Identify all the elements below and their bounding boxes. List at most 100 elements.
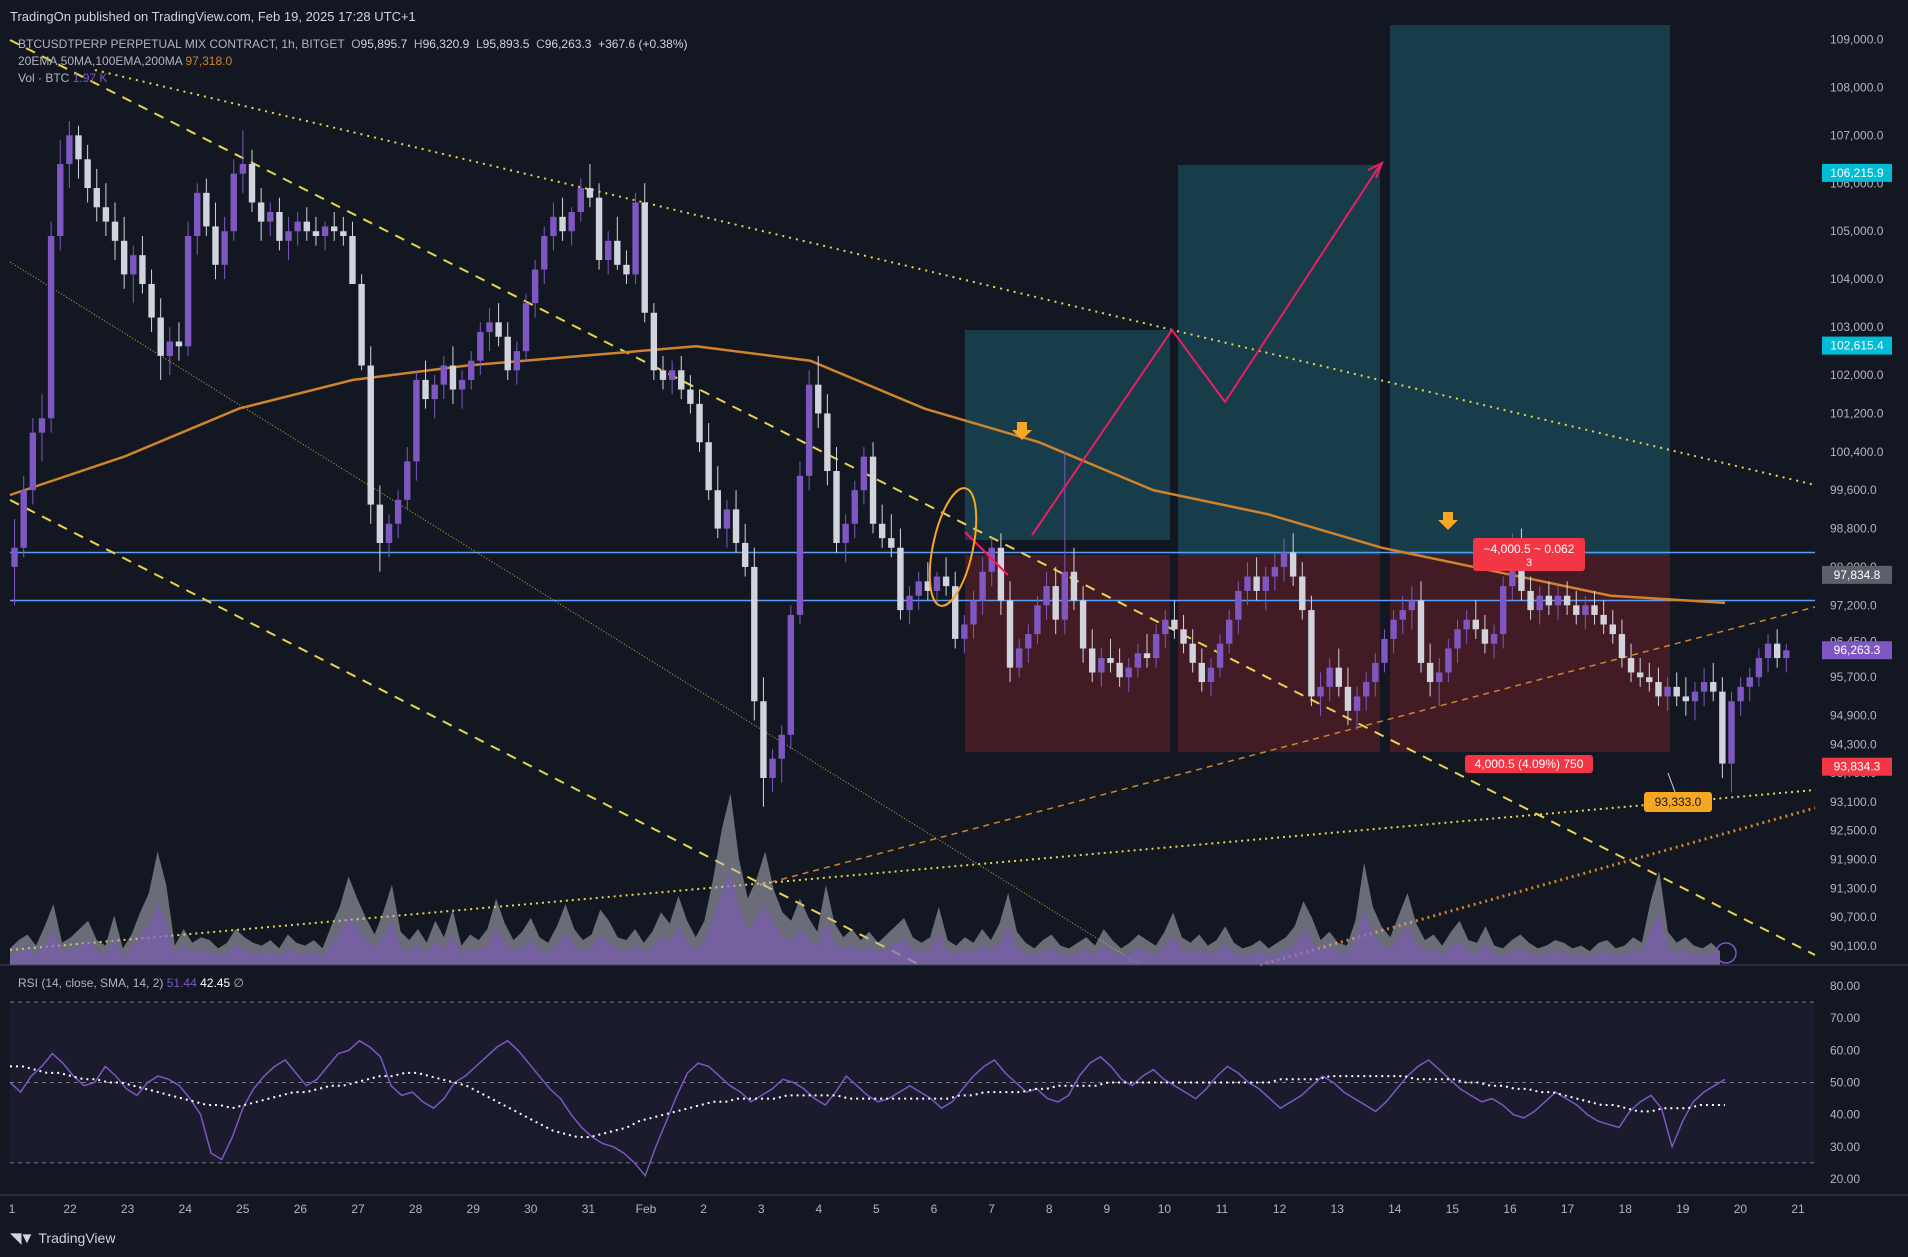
time-tick-label: 14 xyxy=(1388,1202,1402,1216)
rsi-label[interactable]: RSI (14, close, SMA, 14, 2) xyxy=(18,976,163,990)
candle xyxy=(751,547,758,721)
volume-legend[interactable]: Vol · BTC 1.97 K xyxy=(18,71,107,85)
symbol-name[interactable]: BTCUSDTPERP PERPETUAL MIX CONTRACT, 1h, … xyxy=(18,37,345,51)
candle-body xyxy=(349,236,356,284)
rsi-value: 51.44 xyxy=(166,976,197,990)
candle-body xyxy=(276,212,283,241)
price-tick-label: 99,600.0 xyxy=(1830,483,1877,497)
candle-body xyxy=(1499,586,1507,635)
candle-body xyxy=(1262,576,1269,591)
candle-body xyxy=(550,216,557,237)
rsi-tick-label: 60.00 xyxy=(1830,1043,1860,1057)
candle-body xyxy=(486,322,493,332)
candle-body xyxy=(495,322,502,337)
candle-body xyxy=(970,600,977,625)
tradingview-logo[interactable]: ◥▼ TradingView xyxy=(10,1229,115,1247)
candle-body xyxy=(376,504,384,543)
candle-body xyxy=(1006,600,1014,668)
candle-body xyxy=(20,490,27,548)
close-label: C xyxy=(536,37,545,51)
candle-body xyxy=(805,384,813,476)
candle-body xyxy=(1070,571,1078,601)
candle-body xyxy=(1700,682,1708,692)
candle-body xyxy=(413,379,420,462)
risk-label: −4,000.5 ~ 0.062 xyxy=(1484,542,1575,556)
candle-body xyxy=(422,379,429,400)
candle-body xyxy=(659,370,667,380)
candle xyxy=(367,346,374,524)
footer: ◥▼ TradingView xyxy=(0,1221,1908,1257)
candle-body xyxy=(787,614,795,735)
chart-canvas[interactable]: −4,000.5 ~ 0.06234,000.5 (4.09%) 75093,3… xyxy=(0,0,1908,1257)
candle-body xyxy=(1783,650,1790,659)
time-tick-label: 12 xyxy=(1273,1202,1287,1216)
candle-body xyxy=(577,188,584,213)
rsi-tick-label: 30.00 xyxy=(1830,1140,1860,1154)
candle-body xyxy=(760,701,767,778)
candle-body xyxy=(331,226,338,232)
candle-body xyxy=(1043,586,1050,606)
candle-body xyxy=(878,523,886,539)
candle-body xyxy=(1545,595,1553,606)
candle-body xyxy=(1171,619,1178,630)
candle-body xyxy=(221,231,228,265)
candle-body xyxy=(1116,662,1123,678)
candle xyxy=(47,221,55,433)
candle-body xyxy=(440,365,447,385)
time-tick-label: 31 xyxy=(582,1202,596,1216)
candle-body xyxy=(1372,662,1379,683)
candle xyxy=(184,221,192,356)
price-tick-label: 107,000.0 xyxy=(1830,128,1884,142)
candle-body xyxy=(1098,658,1105,673)
time-tick-label: 13 xyxy=(1331,1202,1345,1216)
price-tick-label: 108,000.0 xyxy=(1830,80,1884,94)
candle-body xyxy=(120,240,128,275)
ema-legend[interactable]: 20EMA,50MA,100EMA,200MA 97,318.0 xyxy=(18,54,232,68)
volume-label[interactable]: Vol · BTC xyxy=(18,71,69,85)
rsi-tick-label: 40.00 xyxy=(1830,1108,1860,1122)
price-tick-label: 90,700.0 xyxy=(1830,910,1877,924)
high-value: 96,320.9 xyxy=(422,37,470,51)
candle-body xyxy=(678,370,685,390)
candle-body xyxy=(257,202,265,222)
candle-body xyxy=(513,351,521,371)
candle-body xyxy=(458,379,466,390)
candle-body xyxy=(1454,629,1461,649)
candle-body xyxy=(732,509,740,543)
candle-body xyxy=(1627,658,1635,673)
price-tick-label: 103,000.0 xyxy=(1830,320,1884,334)
candle-body xyxy=(888,538,895,548)
candle-body xyxy=(38,418,46,433)
time-tick-label: 29 xyxy=(467,1202,481,1216)
candle-body xyxy=(321,226,329,237)
candle-body xyxy=(1591,605,1598,615)
stop-zone xyxy=(1178,555,1380,752)
candle-body xyxy=(148,283,155,318)
rsi-tick-label: 80.00 xyxy=(1830,979,1860,993)
candle-body xyxy=(833,471,840,543)
time-tick-label: 20 xyxy=(1734,1202,1748,1216)
candle-body xyxy=(166,341,174,356)
candle-body xyxy=(1143,653,1151,659)
time-tick-label: 11 xyxy=(1216,1202,1229,1216)
rsi-hide-icon[interactable]: ∅ xyxy=(233,976,243,990)
candle-body xyxy=(267,212,274,222)
candle-body xyxy=(979,571,986,601)
change-value: +367.6 (+0.38%) xyxy=(598,37,688,51)
tradingview-logo-icon: ◥▼ xyxy=(10,1230,34,1247)
price-tick-label: 91,300.0 xyxy=(1830,881,1877,895)
candle-body xyxy=(102,207,110,222)
ema-label[interactable]: 20EMA,50MA,100EMA,200MA xyxy=(18,54,182,68)
candle-body xyxy=(650,312,658,371)
low-label: 93,333.0 xyxy=(1655,795,1702,809)
candle xyxy=(805,370,813,491)
price-tag-label: 97,834.8 xyxy=(1834,568,1881,582)
candle-body xyxy=(358,283,365,366)
rsi-legend[interactable]: RSI (14, close, SMA, 14, 2) 51.44 42.45 … xyxy=(18,976,244,990)
time-tick-label: 18 xyxy=(1619,1202,1633,1216)
time-tick-label: 3 xyxy=(758,1202,765,1216)
target-zone xyxy=(1390,25,1670,555)
candle-body xyxy=(1089,648,1096,673)
symbol-legend[interactable]: BTCUSDTPERP PERPETUAL MIX CONTRACT, 1h, … xyxy=(18,37,688,51)
candle-body xyxy=(541,236,548,270)
